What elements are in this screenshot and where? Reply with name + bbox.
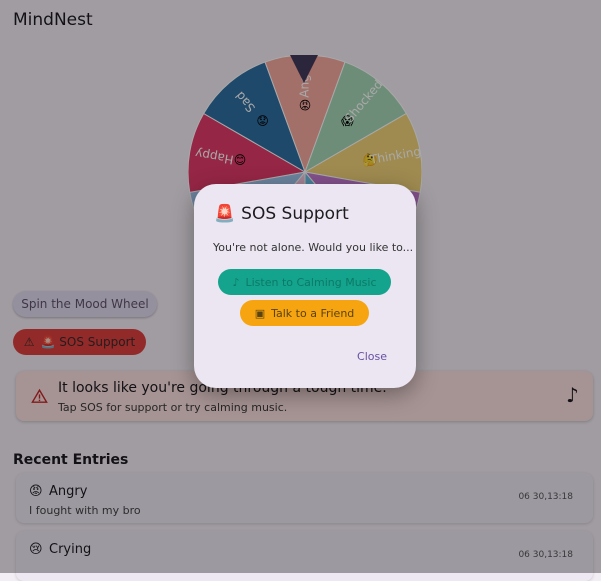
siren-icon: 🚨 xyxy=(214,204,236,224)
dialog-title: 🚨 SOS Support xyxy=(214,204,349,224)
contact-icon: ▣ xyxy=(254,306,266,320)
talk-friend-label: Talk to a Friend xyxy=(271,306,355,320)
talk-friend-button[interactable]: ▣ Talk to a Friend xyxy=(240,300,369,326)
dialog-title-text: SOS Support xyxy=(241,204,349,224)
close-button[interactable]: Close xyxy=(357,350,387,363)
listen-music-button[interactable]: ♪ Listen to Calming Music xyxy=(218,269,391,295)
music-note-icon: ♪ xyxy=(232,275,240,289)
dialog-message: You're not alone. Would you like to... xyxy=(213,241,414,254)
sos-dialog: 🚨 SOS Support You're not alone. Would yo… xyxy=(194,184,416,388)
listen-music-label: Listen to Calming Music xyxy=(245,275,377,289)
